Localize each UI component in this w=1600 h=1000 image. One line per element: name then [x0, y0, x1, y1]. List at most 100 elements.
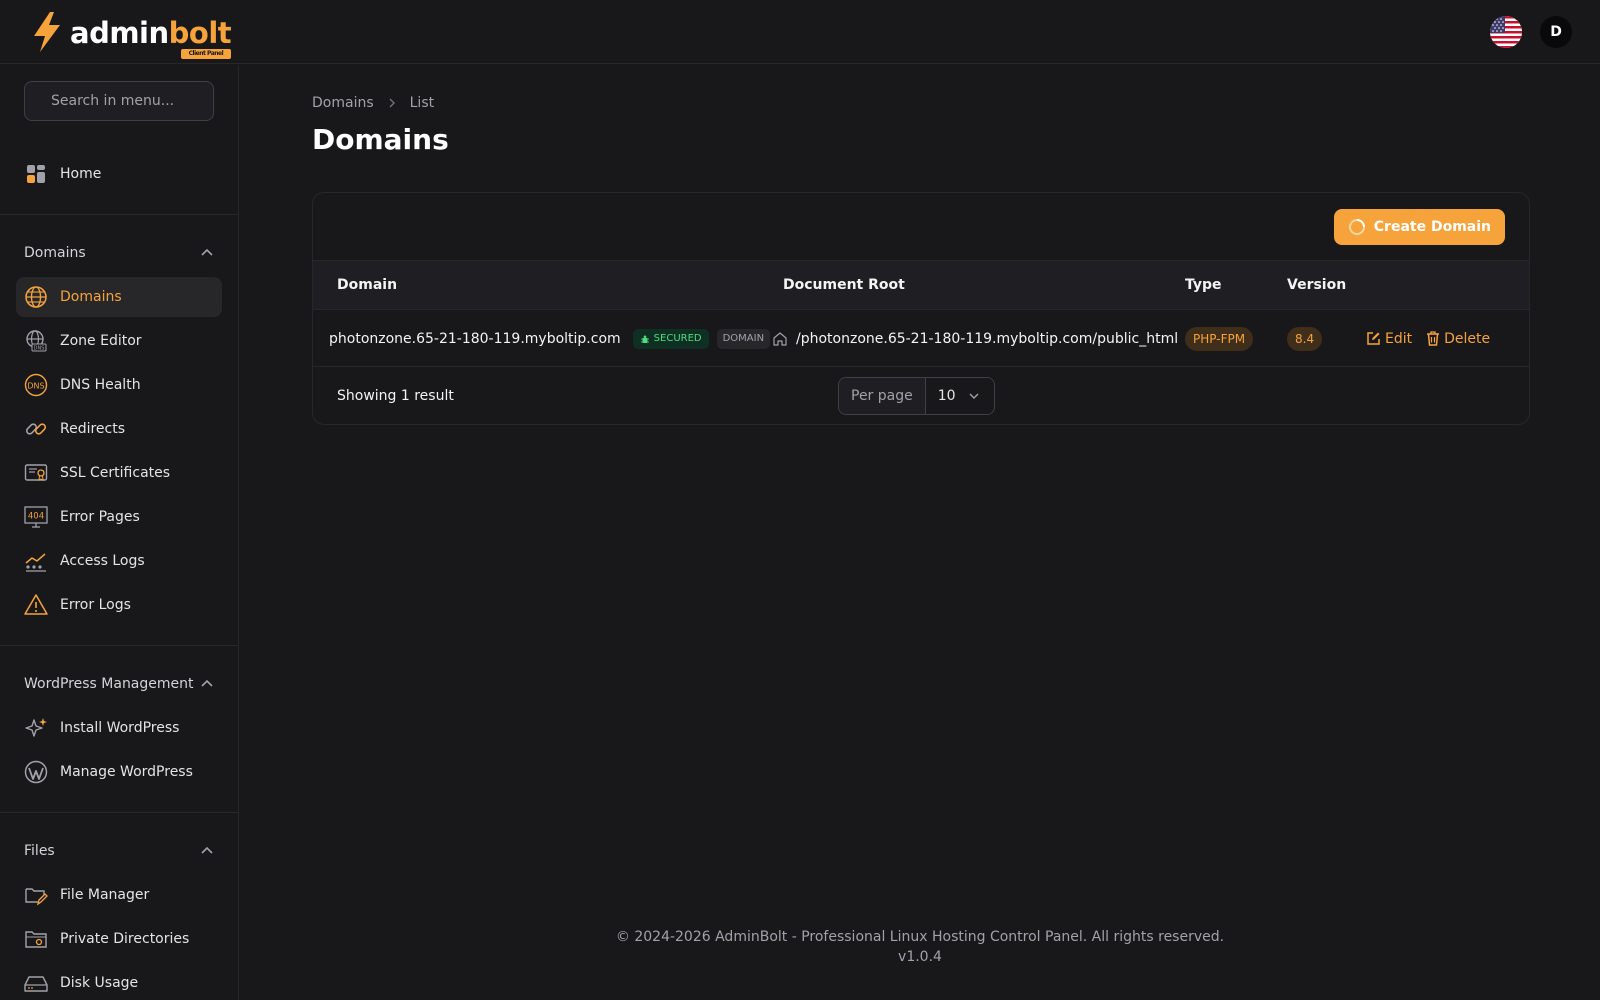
sidebar-item-label: Access Logs — [60, 553, 145, 569]
sidebar-item-install-wordpress[interactable]: Install WordPress — [16, 708, 222, 748]
per-page-value: 10 — [937, 388, 956, 404]
folder-lock-icon — [24, 927, 48, 951]
domain-name[interactable]: photonzone.65-21-180-119.myboltip.com — [329, 331, 621, 347]
sidebar-group-files[interactable]: Files — [24, 831, 214, 871]
sidebar-item-label: DNS Health — [60, 377, 141, 393]
sidebar-item-error-logs[interactable]: Error Logs — [16, 585, 222, 625]
us-flag-icon[interactable] — [1490, 15, 1522, 48]
table-header: Domain Document Root Type Version — [313, 261, 1529, 310]
trash-icon — [1427, 331, 1440, 346]
column-header-version[interactable]: Version — [1287, 277, 1346, 293]
main-content: Domains List Domains Create Domain Domai… — [240, 65, 1600, 1000]
chevron-up-icon — [201, 679, 213, 687]
footer-version: v1.0.4 — [898, 949, 942, 965]
dns-globe-icon: DNS — [24, 329, 48, 353]
chevron-right-icon — [389, 98, 395, 108]
sidebar-item-label: Install WordPress — [60, 720, 180, 736]
sidebar-item-domains[interactable]: Domains — [16, 277, 222, 317]
certificate-icon — [24, 461, 48, 485]
per-page-label: Per page — [839, 378, 926, 414]
sidebar-item-label: Domains — [60, 289, 122, 305]
sidebar-item-label: Error Logs — [60, 597, 131, 613]
secured-badge: SECURED — [632, 328, 709, 349]
chevron-up-icon — [201, 846, 213, 854]
brand-badge: Client Panel — [180, 48, 232, 59]
type-badge: PHP-FPM — [1185, 326, 1254, 351]
sidebar-item-label: Disk Usage — [60, 975, 139, 991]
wordpress-icon — [24, 760, 48, 784]
sidebar-item-label: Error Pages — [60, 509, 140, 525]
delete-button[interactable]: Delete — [1426, 331, 1490, 347]
edit-icon — [1367, 332, 1380, 345]
folder-edit-icon — [24, 883, 48, 907]
table-toolbar: Create Domain — [313, 193, 1529, 261]
sparkles-icon — [24, 716, 48, 740]
breadcrumb-link-domains[interactable]: Domains — [312, 95, 374, 111]
brand-logo[interactable]: adminbolt Client Panel — [30, 10, 232, 59]
column-header-document-root[interactable]: Document Root — [783, 277, 905, 293]
domain-cell: photonzone.65-21-180-119.myboltip.com SE… — [329, 310, 771, 367]
type-cell: PHP-FPM — [1185, 310, 1254, 367]
per-page-select[interactable]: Per page 10 — [838, 377, 995, 415]
dns-health-icon: DNS — [24, 373, 48, 397]
per-page-dropdown[interactable]: 10 — [925, 378, 994, 414]
table-row[interactable]: photonzone.65-21-180-119.myboltip.com SE… — [313, 310, 1529, 367]
create-domain-button[interactable]: Create Domain — [1333, 208, 1505, 245]
chevron-down-icon — [969, 393, 979, 399]
table-footer: Showing 1 result Per page 10 — [313, 367, 1529, 424]
breadcrumb-current: List — [409, 95, 435, 111]
svg-text:DNS: DNS — [34, 346, 45, 352]
sidebar-item-private-directories[interactable]: Private Directories — [16, 919, 222, 959]
top-bar: adminbolt Client Panel D — [0, 0, 1600, 64]
sidebar-item-error-pages[interactable]: 404 Error Pages — [16, 497, 222, 537]
sidebar-item-label: Home — [60, 166, 102, 182]
sidebar-item-label: Private Directories — [60, 931, 190, 947]
analytics-icon — [24, 549, 48, 573]
error-404-icon: 404 — [24, 505, 48, 529]
brand-name: adminbolt Client Panel — [70, 15, 232, 59]
sidebar-item-label: Manage WordPress — [60, 764, 193, 780]
edit-button[interactable]: Edit — [1366, 331, 1412, 347]
brand-name-part1: admin — [70, 15, 169, 50]
svg-text:404: 404 — [28, 512, 44, 522]
page-footer: © 2024-2026 AdminBolt - Professional Lin… — [240, 927, 1600, 967]
user-avatar[interactable]: D — [1540, 15, 1572, 48]
sidebar-group-title: WordPress Management — [24, 676, 194, 692]
column-header-type[interactable]: Type — [1185, 277, 1222, 293]
sidebar-item-file-manager[interactable]: File Manager — [16, 875, 222, 915]
sidebar-search-input[interactable] — [51, 93, 201, 109]
sidebar-item-label: File Manager — [60, 887, 150, 903]
delete-label: Delete — [1444, 330, 1491, 347]
results-count: Showing 1 result — [337, 388, 454, 404]
brand-name-part2: bolt — [168, 15, 232, 50]
sidebar-search[interactable] — [24, 81, 214, 121]
sidebar-item-access-logs[interactable]: Access Logs — [16, 541, 222, 581]
document-root-path: /photonzone.65-21-180-119.myboltip.com/p… — [796, 330, 1179, 347]
sidebar-item-ssl-certificates[interactable]: SSL Certificates — [16, 453, 222, 493]
bolt-icon — [34, 11, 60, 52]
create-domain-label: Create Domain — [1373, 218, 1491, 235]
sidebar-group-domains[interactable]: Domains — [24, 233, 214, 273]
chevron-up-icon — [201, 248, 213, 256]
warning-icon — [24, 593, 48, 617]
version-cell: 8.4 — [1287, 310, 1323, 367]
sidebar-item-redirects[interactable]: Redirects — [16, 409, 222, 449]
sidebar: Home Domains Domains DNS Zone Editor DNS… — [0, 65, 239, 1000]
sidebar-item-dns-health[interactable]: DNS DNS Health — [16, 365, 222, 405]
document-root-cell: /photonzone.65-21-180-119.myboltip.com/p… — [772, 310, 1178, 367]
sidebar-group-wordpress[interactable]: WordPress Management — [24, 664, 214, 704]
spinner-icon — [1348, 218, 1365, 235]
sidebar-item-home[interactable]: Home — [16, 154, 222, 194]
sidebar-item-disk-usage[interactable]: Disk Usage — [16, 963, 222, 1000]
column-header-domain[interactable]: Domain — [337, 277, 397, 293]
sidebar-item-label: Redirects — [60, 421, 126, 437]
sidebar-item-label: Zone Editor — [60, 333, 142, 349]
domains-table-card: Create Domain Domain Document Root Type … — [312, 192, 1530, 425]
breadcrumb: Domains List — [312, 95, 434, 111]
sidebar-group-title: Domains — [24, 245, 86, 261]
sidebar-item-zone-editor[interactable]: DNS Zone Editor — [16, 321, 222, 361]
home-icon — [773, 331, 787, 346]
version-badge: 8.4 — [1287, 326, 1323, 351]
sidebar-item-manage-wordpress[interactable]: Manage WordPress — [16, 752, 222, 792]
secure-bug-icon — [640, 335, 649, 343]
